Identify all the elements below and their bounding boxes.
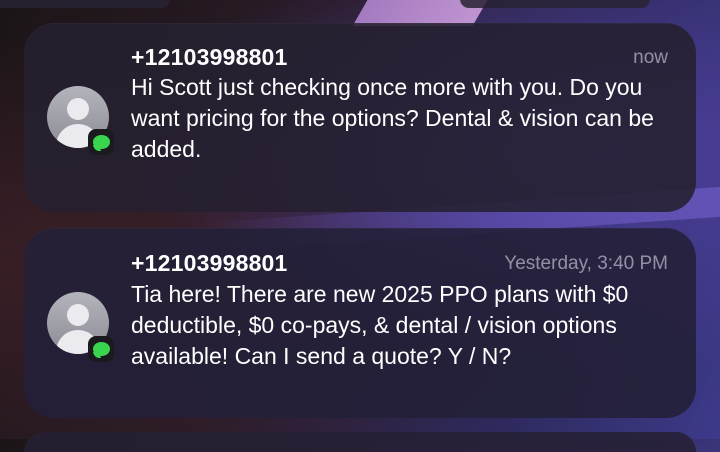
chat-bubble-icon [92,342,110,356]
notification-message: Tia here! There are new 2025 PPO plans w… [131,281,629,369]
notification-sender: +12103998801 [131,250,288,276]
notification-sender: +12103998801 [131,44,288,70]
notification-message: Hi Scott just checking once more with yo… [131,74,654,162]
notification-card[interactable]: +12103998801 Yesterday, 3:40 PM Tia here… [24,228,696,418]
messages-icon [88,129,114,155]
person-icon-head [67,98,89,120]
chat-bubble-icon [92,135,110,149]
messages-icon [88,336,114,362]
notification-time: now [633,47,668,68]
notification-time: Yesterday, 3:40 PM [504,253,668,274]
previous-notification-edge [460,0,650,8]
person-icon-head [67,304,89,326]
next-notification-edge[interactable] [24,432,696,452]
previous-notification-edge [0,0,170,8]
notification-card[interactable]: +12103998801 now Hi Scott just checking … [24,23,696,212]
